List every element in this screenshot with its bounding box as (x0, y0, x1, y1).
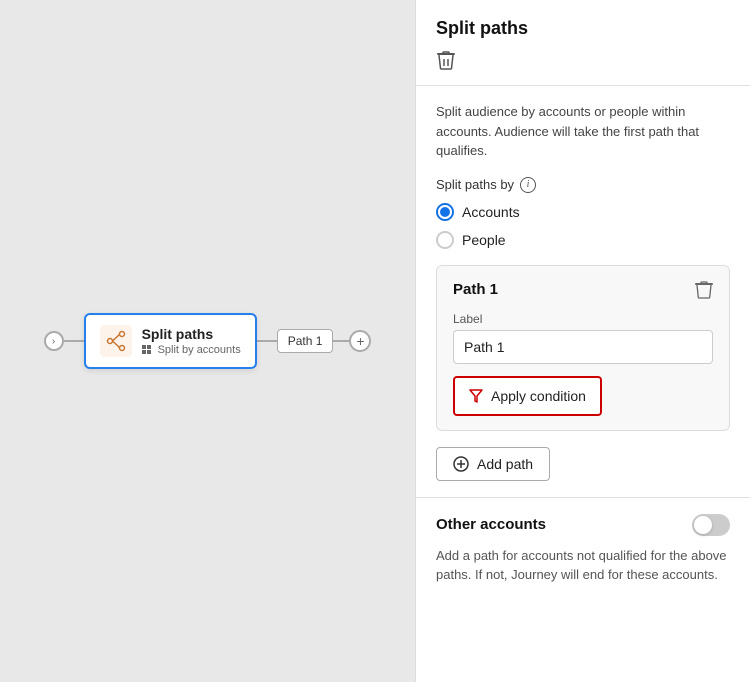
add-step-button[interactable]: + (349, 330, 371, 352)
path-label-pill: Path 1 (277, 329, 334, 353)
delete-path-button[interactable] (695, 280, 713, 300)
split-description: Split audience by accounts or people wit… (436, 102, 730, 161)
radio-accounts-label: Accounts (462, 204, 520, 220)
node-subtitle: Split by accounts (142, 344, 241, 356)
other-accounts-description: Add a path for accounts not qualified fo… (436, 546, 730, 585)
right-panel: Split paths Split audience by accounts o… (415, 0, 750, 682)
connector-line-3 (333, 340, 349, 342)
connector-line-1 (64, 340, 84, 342)
panel-header: Split paths (416, 0, 750, 86)
path-card-header: Path 1 (453, 280, 713, 300)
split-icon (105, 330, 127, 352)
info-icon[interactable]: i (520, 177, 536, 193)
add-path-button[interactable]: Add path (436, 447, 550, 481)
path-label-input[interactable] (453, 330, 713, 364)
entry-connector[interactable]: › (44, 331, 64, 351)
panel-body: Split audience by accounts or people wit… (416, 86, 750, 497)
panel-title: Split paths (436, 18, 730, 39)
radio-people[interactable]: People (436, 231, 730, 249)
add-path-icon (453, 456, 469, 472)
delete-split-paths-button[interactable] (436, 49, 456, 71)
node-icon-container (100, 325, 132, 357)
apply-condition-button[interactable]: Apply condition (453, 376, 602, 416)
path-trash-icon (695, 280, 713, 300)
radio-people-label: People (462, 232, 506, 248)
split-by-label: Split paths by i (436, 177, 730, 193)
filter-icon (469, 388, 483, 404)
other-accounts-toggle[interactable] (692, 514, 730, 536)
flow-canvas: › Split paths (0, 0, 415, 682)
flow-diagram: › Split paths (44, 313, 372, 369)
node-info: Split paths Split by accounts (142, 326, 241, 356)
other-accounts-section: Other accounts Add a path for accounts n… (416, 498, 750, 601)
path-1-card: Path 1 Label Apply condition (436, 265, 730, 431)
trash-icon (436, 49, 456, 71)
radio-people-indicator (436, 231, 454, 249)
node-title: Split paths (142, 326, 241, 342)
other-accounts-header: Other accounts (436, 514, 730, 536)
connector-line-2 (257, 340, 277, 342)
grid-icon (142, 345, 154, 355)
other-accounts-title: Other accounts (436, 516, 546, 533)
radio-accounts[interactable]: Accounts (436, 203, 730, 221)
label-field-container: Label (453, 312, 713, 364)
split-paths-node[interactable]: Split paths Split by accounts (84, 313, 257, 369)
path-card-title: Path 1 (453, 281, 498, 298)
split-by-section: Split paths by i Accounts People (436, 177, 730, 249)
chevron-right-icon: › (52, 336, 55, 347)
radio-accounts-indicator (436, 203, 454, 221)
label-field-label: Label (453, 312, 713, 326)
